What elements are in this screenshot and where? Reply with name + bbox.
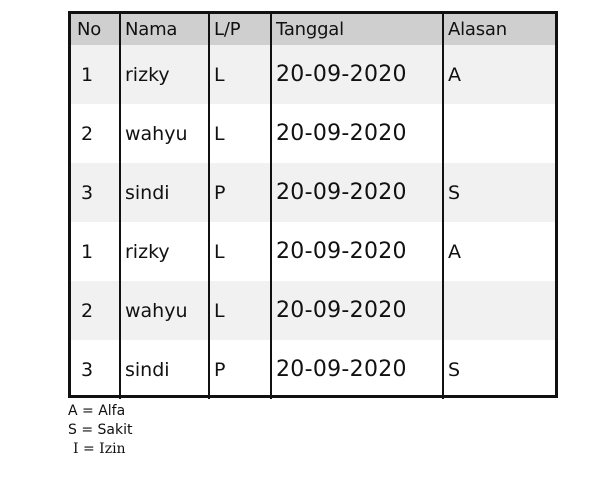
column-header-nama: Nama (119, 14, 209, 45)
attendance-table-frame: No Nama L/P Tanggal Alasan 1 rizky L 20-… (68, 11, 558, 399)
cell-tanggal: 20-09-2020 (270, 45, 443, 104)
table-header-row: No Nama L/P Tanggal Alasan (71, 14, 555, 45)
legend-item-sakit: S = Sakit (68, 422, 133, 438)
legend: A = Alfa S = Sakit I = Izin (68, 402, 132, 459)
table-row: 2 wahyu L 20-09-2020 (71, 104, 555, 163)
column-header-lp: L/P (208, 14, 271, 45)
cell-alasan: A (442, 222, 555, 281)
cell-nama: wahyu (119, 281, 209, 340)
cell-alasan: S (442, 340, 555, 399)
cell-alasan (442, 281, 555, 340)
cell-lp: L (208, 45, 271, 104)
cell-tanggal: 20-09-2020 (270, 281, 443, 340)
cell-lp: L (208, 104, 271, 163)
cell-no: 2 (81, 299, 94, 322)
cell-alasan (442, 104, 555, 163)
cell-no: 3 (81, 181, 94, 204)
cell-tanggal: 20-09-2020 (270, 104, 443, 163)
column-header-tanggal: Tanggal (270, 14, 443, 45)
column-header-no: No (77, 19, 102, 40)
cell-no: 1 (81, 63, 94, 86)
cell-lp: P (208, 163, 271, 222)
cell-nama: sindi (119, 163, 209, 222)
cell-nama: wahyu (119, 104, 209, 163)
cell-lp: L (208, 281, 271, 340)
legend-item-izin: I = Izin (73, 441, 126, 457)
cell-alasan: A (442, 45, 555, 104)
table-row: 1 rizky L 20-09-2020 A (71, 45, 555, 104)
cell-no: 2 (81, 122, 94, 145)
cell-alasan: S (442, 163, 555, 222)
column-header-alasan: Alasan (442, 14, 555, 45)
cell-tanggal: 20-09-2020 (270, 222, 443, 281)
cell-lp: P (208, 340, 271, 399)
attendance-table: No Nama L/P Tanggal Alasan 1 rizky L 20-… (71, 14, 555, 399)
cell-lp: L (208, 222, 271, 281)
cell-nama: rizky (119, 45, 209, 104)
table-row: 3 sindi P 20-09-2020 S (71, 340, 555, 399)
table-row: 1 rizky L 20-09-2020 A (71, 222, 555, 281)
cell-no: 1 (81, 240, 94, 263)
cell-tanggal: 20-09-2020 (270, 163, 443, 222)
legend-item-alfa: A = Alfa (68, 403, 126, 419)
cell-no: 3 (81, 358, 94, 381)
cell-nama: sindi (119, 340, 209, 399)
cell-nama: rizky (119, 222, 209, 281)
table-row: 3 sindi P 20-09-2020 S (71, 163, 555, 222)
table-row: 2 wahyu L 20-09-2020 (71, 281, 555, 340)
cell-tanggal: 20-09-2020 (270, 340, 443, 399)
